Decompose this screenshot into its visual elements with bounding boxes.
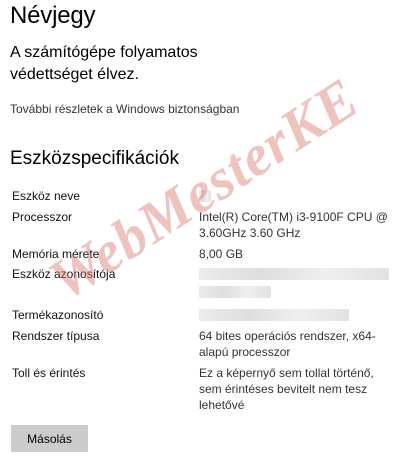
pen-touch-value-line-3: lehetővé (199, 398, 245, 412)
device-id-label: Eszköz azonosítója (12, 267, 116, 281)
windows-security-link[interactable]: További részletek a Windows biztonságban (10, 102, 239, 116)
product-id-label: Termékazonosító (12, 308, 104, 322)
system-type-value-line-2: alapú processzor (199, 345, 291, 359)
processor-value-line-1: Intel(R) Core(TM) i3-9100F CPU @ (199, 210, 388, 224)
protection-status-line-1: A számítógépe folyamatos (10, 44, 198, 61)
product-id-value-redacted (199, 309, 349, 321)
device-id-value-redacted-2 (199, 286, 271, 298)
copy-button[interactable]: Másolás (11, 425, 88, 452)
system-type-label: Rendszer típusa (12, 329, 100, 343)
pen-touch-value-line-1: Ez a képernyő sem tollal történő, (199, 366, 374, 380)
device-name-label: Eszköz neve (12, 189, 81, 203)
processor-value-line-2: 3.60GHz 3.60 GHz (199, 226, 301, 240)
system-type-value-line-1: 64 bites operációs rendszer, x64- (199, 329, 376, 343)
pen-touch-value-line-2: sem érintéses bevitelt nem tesz (199, 382, 368, 396)
memory-value: 8,00 GB (199, 247, 244, 261)
about-page: Névjegy A számítógépe folyamatos védetts… (0, 0, 400, 460)
page-title: Névjegy (10, 2, 96, 29)
protection-status-line-2: védettséget élvez. (10, 66, 139, 83)
pen-touch-label: Toll és érintés (12, 366, 86, 380)
processor-label: Processzor (12, 210, 73, 224)
device-name-value-redacted (199, 190, 211, 202)
memory-label: Memória mérete (12, 247, 100, 261)
device-id-value-redacted (199, 268, 389, 280)
device-specs-heading: Eszközspecifikációk (10, 148, 179, 169)
